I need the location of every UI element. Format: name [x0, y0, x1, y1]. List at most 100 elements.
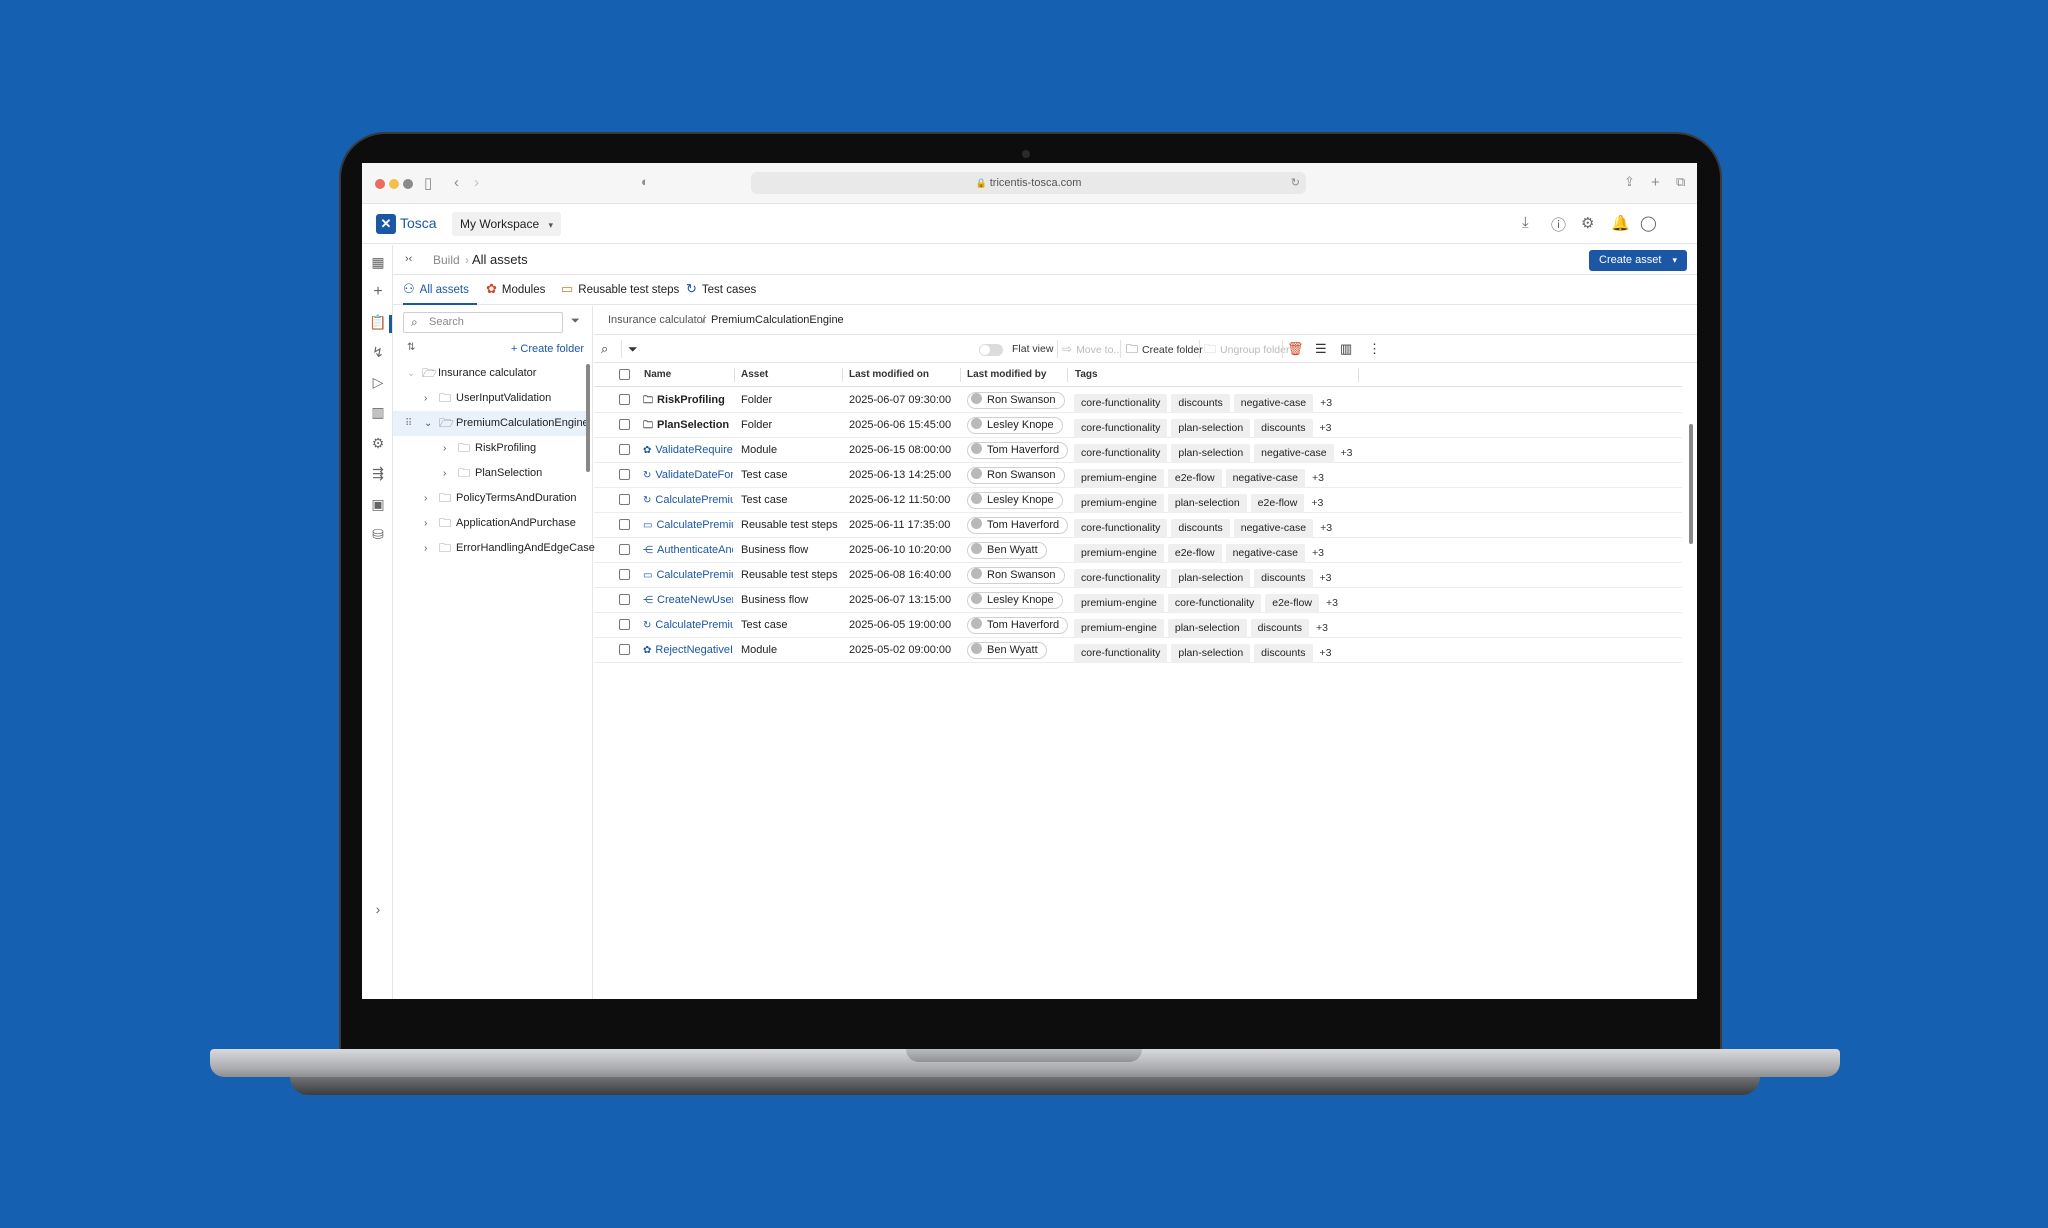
tree-search-input[interactable]: ⌕ Search: [403, 312, 563, 333]
chevron-right-icon[interactable]: ›: [443, 461, 446, 486]
column-header-name[interactable]: Name: [644, 363, 671, 387]
tag[interactable]: core-functionality: [1074, 419, 1168, 438]
tree-item-insurance-calculator[interactable]: ⌄ 🗁 Insurance calculator: [393, 361, 586, 386]
integrations-icon[interactable]: ⇶: [369, 465, 387, 482]
row-checkbox[interactable]: [619, 419, 630, 430]
tag[interactable]: discounts: [1254, 569, 1313, 588]
back-icon[interactable]: ‹: [454, 174, 459, 191]
tag[interactable]: premium-engine: [1074, 594, 1164, 613]
asset-name[interactable]: ▭CalculatePremium: [643, 513, 733, 538]
row-checkbox[interactable]: [619, 619, 630, 630]
tag[interactable]: discounts: [1254, 419, 1313, 438]
drag-handle-icon[interactable]: ⠿: [405, 411, 412, 436]
notifications-icon[interactable]: 🔔: [1611, 214, 1630, 232]
tree-item-application-and-purchase[interactable]: › 🗀 ApplicationAndPurchase: [393, 511, 586, 536]
tab-all-assets[interactable]: ⚇ All assets: [403, 275, 477, 305]
table-row[interactable]: ⋲ CreateNewUserA Business flow 2025-06-07 1…: [594, 588, 1682, 613]
share-icon[interactable]: ⇪: [1624, 174, 1635, 190]
filter-icon[interactable]: ⏷: [571, 315, 580, 328]
sidebar-toggle-icon[interactable]: ▯: [424, 174, 432, 192]
row-checkbox[interactable]: [619, 594, 630, 605]
collapse-all-icon[interactable]: ⇅: [407, 342, 415, 353]
workspace-selector[interactable]: My Workspace ▾: [452, 212, 562, 236]
help-icon[interactable]: ⓘ: [1551, 214, 1566, 235]
column-header-modified-by[interactable]: Last modified by: [967, 363, 1046, 387]
user-badge[interactable]: Tom Haverford: [967, 517, 1069, 534]
asset-name[interactable]: 🗀 RiskProfiling: [643, 388, 733, 413]
more-tags-count[interactable]: +3: [1320, 391, 1332, 415]
close-window-icon[interactable]: [375, 179, 385, 189]
row-checkbox[interactable]: [619, 394, 630, 405]
column-header-asset[interactable]: Asset: [741, 363, 768, 387]
asset-name[interactable]: ⋲ CreateNewUserA: [643, 588, 733, 613]
tag[interactable]: negative-case: [1225, 544, 1305, 563]
tree-item-error-handling[interactable]: › 🗀 ErrorHandlingAndEdgeCase: [393, 536, 595, 561]
asset-name[interactable]: 🗀 PlanSelection: [643, 413, 733, 438]
settings-icon[interactable]: ⚙: [1581, 214, 1594, 232]
table-row[interactable]: ▭CalculatePremium Reusable test steps 2025…: [594, 563, 1682, 588]
table-row[interactable]: ⋲ AuthenticateAnd Business flow 2025-06-10 …: [594, 538, 1682, 563]
column-divider[interactable]: [960, 368, 961, 382]
filter-icon[interactable]: ⏷: [628, 335, 638, 363]
agents-icon[interactable]: ▣: [369, 496, 387, 513]
table-scrollbar[interactable]: [1689, 424, 1693, 544]
create-asset-button[interactable]: Create asset ▾: [1589, 250, 1687, 271]
row-checkbox[interactable]: [619, 444, 630, 455]
more-tags-count[interactable]: +3: [1311, 491, 1323, 515]
data-icon[interactable]: ⛁: [369, 526, 387, 543]
more-tags-count[interactable]: +3: [1320, 566, 1332, 590]
user-profile-icon[interactable]: ◯: [1640, 214, 1657, 232]
delete-icon[interactable]: 🗑: [1287, 335, 1304, 363]
ungroup-folder-button[interactable]: 🗀 Ungroup folder: [1204, 335, 1289, 364]
user-badge[interactable]: Lesley Knope: [967, 592, 1063, 609]
address-bar[interactable]: 🔒 tricentis-tosca.com ↻: [751, 172, 1306, 194]
chevron-down-icon[interactable]: ⌄: [407, 361, 415, 386]
row-checkbox[interactable]: [619, 544, 630, 555]
user-badge[interactable]: Lesley Knope: [967, 492, 1063, 509]
user-badge[interactable]: Ben Wyatt: [967, 542, 1047, 559]
dashboard-icon[interactable]: ▦: [369, 254, 387, 271]
tag[interactable]: negative-case: [1233, 394, 1314, 413]
user-badge[interactable]: Ron Swanson: [967, 567, 1065, 584]
table-row[interactable]: 🗀 PlanSelection Folder 2025-06-06 15:45:00 L…: [594, 413, 1682, 438]
table-row[interactable]: ↻CalculatePremium Test case 2025-06-12 11:…: [594, 488, 1682, 513]
tag[interactable]: plan-selection: [1167, 619, 1247, 638]
path-parent[interactable]: Insurance calculator: [608, 306, 706, 335]
tag[interactable]: negative-case: [1233, 519, 1314, 538]
tag[interactable]: premium-engine: [1074, 469, 1164, 488]
user-badge[interactable]: Lesley Knope: [967, 417, 1063, 434]
asset-name[interactable]: ⋲ AuthenticateAnd: [643, 538, 733, 563]
row-checkbox[interactable]: [619, 519, 630, 530]
move-to-button[interactable]: ⇨ Move to...: [1062, 335, 1122, 364]
chevron-right-icon[interactable]: ›: [424, 511, 427, 536]
reload-icon[interactable]: ↻: [1291, 172, 1300, 194]
tag[interactable]: discounts: [1171, 519, 1230, 538]
tag[interactable]: e2e-flow: [1265, 594, 1319, 613]
tag[interactable]: premium-engine: [1074, 494, 1164, 513]
recorder-icon[interactable]: ↯: [369, 344, 387, 361]
more-tags-count[interactable]: +3: [1341, 441, 1353, 465]
collapse-panel-icon[interactable]: ›‹: [405, 253, 412, 265]
maximize-window-icon[interactable]: [403, 179, 413, 189]
chevron-down-icon[interactable]: ⌄: [424, 411, 432, 436]
tag[interactable]: discounts: [1250, 619, 1310, 638]
build-icon[interactable]: 📋: [369, 314, 387, 331]
tab-reusable-test-steps[interactable]: ▭ Reusable test steps: [561, 275, 679, 305]
chevron-right-icon[interactable]: ›: [424, 486, 427, 511]
column-divider[interactable]: [842, 368, 843, 382]
asset-name[interactable]: ↻CalculatePremium: [643, 488, 733, 513]
chevron-right-icon[interactable]: ›: [424, 536, 427, 561]
tag[interactable]: plan-selection: [1171, 569, 1251, 588]
configuration-icon[interactable]: ⚙: [369, 435, 387, 452]
run-icon[interactable]: ▷: [369, 374, 387, 391]
list-view-icon[interactable]: ☰: [1315, 335, 1327, 363]
tag[interactable]: discounts: [1254, 644, 1313, 663]
search-icon[interactable]: ⌕: [601, 335, 608, 363]
tag[interactable]: premium-engine: [1074, 619, 1164, 638]
more-options-icon[interactable]: ⋮: [1368, 335, 1381, 363]
more-tags-count[interactable]: +3: [1316, 616, 1328, 640]
minimize-window-icon[interactable]: [389, 179, 399, 189]
tree-item-risk-profiling[interactable]: › 🗀 RiskProfiling: [393, 436, 586, 461]
column-header-modified-on[interactable]: Last modified on: [849, 363, 929, 387]
tree-scrollbar[interactable]: [586, 364, 590, 472]
